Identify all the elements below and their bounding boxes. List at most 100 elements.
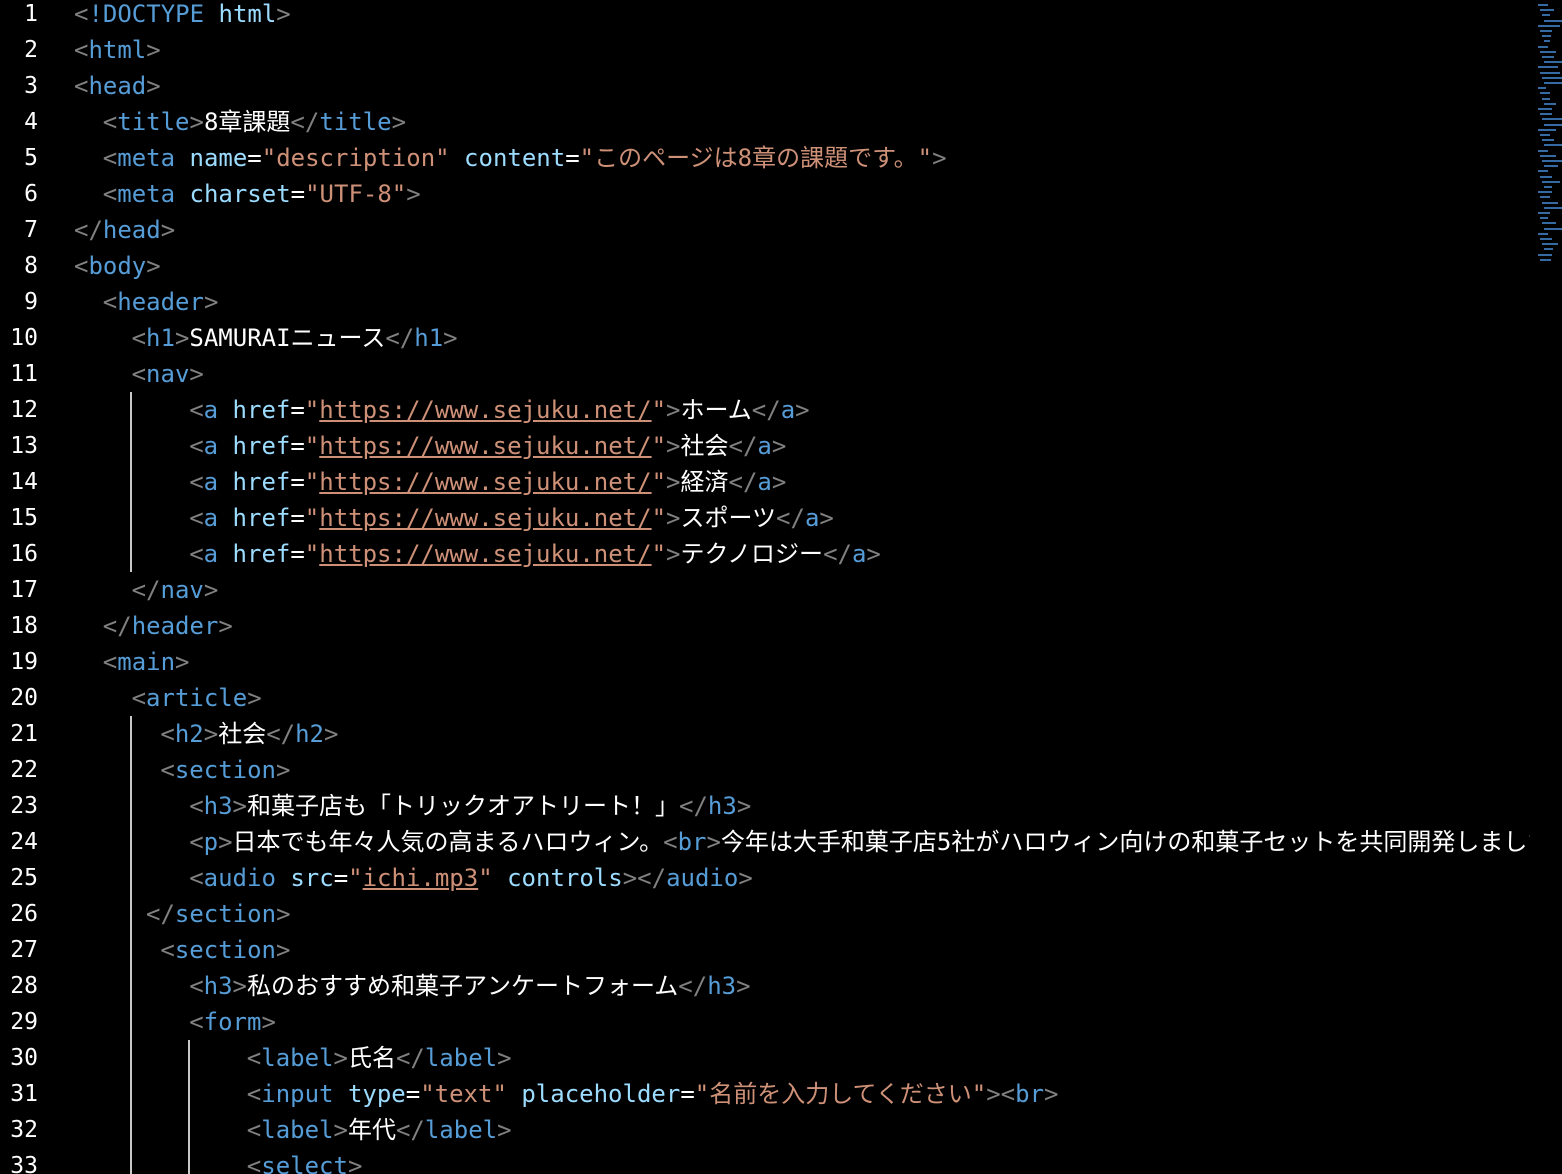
code-line[interactable]: 15 <a href="https://www.sejuku.net/">スポーツ…: [0, 500, 1562, 536]
line-number: 22: [10, 757, 38, 783]
code-line[interactable]: 10 <h1>SAMURAIニュース</h1>: [0, 320, 1562, 356]
code-token: =: [333, 864, 349, 892]
code-token: br: [677, 828, 707, 856]
code-token: >: [146, 36, 161, 64]
code-token: スポーツ: [680, 504, 777, 532]
line-number: 12: [10, 397, 38, 423]
code-token: </: [679, 792, 708, 820]
line-code: <html>: [74, 32, 1530, 68]
code-line[interactable]: 5 <meta name="description" content="このページ…: [0, 140, 1562, 176]
code-token: <: [102, 108, 118, 136]
minimap-line: [1544, 19, 1562, 22]
code-line[interactable]: 21 <h2>社会</h2>: [0, 716, 1562, 752]
code-line[interactable]: 29 <form>: [0, 1004, 1562, 1040]
code-token: >: [795, 396, 810, 424]
line-code: </nav>: [132, 572, 1530, 608]
code-line[interactable]: 13 <a href="https://www.sejuku.net/">社会</…: [0, 428, 1562, 464]
minimap-line: [1544, 206, 1562, 209]
line-number: 16: [10, 541, 38, 567]
line-code: <!DOCTYPE html>: [74, 0, 1530, 32]
code-line[interactable]: 27 <section>: [0, 932, 1562, 968]
code-line[interactable]: 8 <body>: [0, 248, 1562, 284]
code-token: article: [146, 684, 248, 712]
code-line[interactable]: 7 </head>: [0, 212, 1562, 248]
code-token: "UTF-8": [305, 180, 407, 208]
code-line[interactable]: 32 <label>年代</label>: [0, 1112, 1562, 1148]
code-line[interactable]: 6 <meta charset="UTF-8">: [0, 176, 1562, 212]
minimap-line: [1540, 30, 1552, 32]
line-number: 7: [24, 217, 38, 243]
code-line[interactable]: 22 <section>: [0, 752, 1562, 788]
code-token: ": [651, 432, 667, 460]
minimap[interactable]: [1536, 0, 1562, 270]
code-line[interactable]: 28 <h3>私のおすすめ和菓子アンケートフォーム</h3>: [0, 968, 1562, 1004]
code-token: </: [776, 504, 805, 532]
code-line[interactable]: 3 <head>: [0, 68, 1562, 104]
code-token: section: [174, 756, 276, 784]
code-line[interactable]: 9 <header>: [0, 284, 1562, 320]
code-token: >: [932, 144, 947, 172]
code-line[interactable]: 12 <a href="https://www.sejuku.net/">ホーム<…: [0, 392, 1562, 428]
code-token: "description": [261, 144, 450, 172]
code-line[interactable]: 4 <title>8章課題</title>: [0, 104, 1562, 140]
code-token: 氏名: [347, 1044, 396, 1072]
code-line[interactable]: 30 <label>氏名</label>: [0, 1040, 1562, 1076]
code-token: </: [74, 216, 103, 244]
minimap-line: [1538, 87, 1546, 90]
code-line[interactable]: 2 <html>: [0, 32, 1562, 68]
line-number: 25: [10, 865, 38, 891]
code-editor[interactable]: 1 <!DOCTYPE html> 2 <html> 3 <head> 4 <title>8章…: [0, 0, 1562, 1174]
code-line[interactable]: 26 </section>: [0, 896, 1562, 932]
code-token: https://www.sejuku.net/: [319, 432, 652, 460]
code-token: html: [88, 36, 147, 64]
code-token: charset: [189, 180, 291, 208]
code-token: </: [385, 324, 415, 352]
code-token: https://www.sejuku.net/: [319, 396, 652, 424]
code-token: h1: [414, 324, 444, 352]
minimap-line: [1542, 76, 1562, 79]
code-token: a: [851, 540, 867, 568]
code-token: <: [246, 1152, 262, 1174]
minimap-line: [1538, 149, 1548, 152]
code-line[interactable]: 24 <p>日本でも年々人気の高まるハロウィン。<br>今年は大手和菓子店5社がハ…: [0, 824, 1562, 860]
code-token: >: [189, 360, 204, 388]
code-line[interactable]: 1 <!DOCTYPE html>: [0, 0, 1562, 32]
code-line[interactable]: 23 <h3>和菓子店も「トリックオアトリート！」</h3>: [0, 788, 1562, 824]
code-line[interactable]: 18 </header>: [0, 608, 1562, 644]
code-line[interactable]: 25 <audio src="ichi.mp3" controls></audio…: [0, 860, 1562, 896]
code-token: audio: [203, 864, 276, 892]
code-token: >: [232, 972, 247, 1000]
code-token: href: [232, 396, 291, 424]
code-line[interactable]: 31 <input type="text" placeholder="名前を入力し…: [0, 1076, 1562, 1112]
line-number: 18: [10, 613, 38, 639]
line-code: <label>年代</label>: [247, 1112, 1530, 1148]
minimap-line: [1540, 113, 1552, 116]
minimap-line: [1540, 175, 1552, 178]
code-line[interactable]: 11 <nav>: [0, 356, 1562, 392]
code-token: >: [276, 756, 291, 784]
code-line[interactable]: 14 <a href="https://www.sejuku.net/">経済</…: [0, 464, 1562, 500]
code-line[interactable]: 33 <select>: [0, 1148, 1562, 1174]
minimap-line: [1544, 61, 1562, 64]
code-line[interactable]: 17 </nav>: [0, 572, 1562, 608]
code-line[interactable]: 20 <article>: [0, 680, 1562, 716]
code-token: >: [736, 972, 751, 1000]
line-number: 1: [24, 1, 38, 27]
code-token: <: [74, 0, 89, 28]
code-token: a: [203, 540, 219, 568]
line-code: <a href="https://www.sejuku.net/">ホーム</a…: [189, 392, 1530, 428]
code-token: head: [102, 216, 161, 244]
code-line[interactable]: 16 <a href="https://www.sejuku.net/">テクノロ…: [0, 536, 1562, 572]
code-token: <: [102, 180, 118, 208]
minimap-line: [1538, 128, 1556, 131]
code-token: ": [304, 432, 320, 460]
line-code: <a href="https://www.sejuku.net/">テクノロジー…: [189, 536, 1530, 572]
code-token: <: [189, 972, 204, 1000]
code-token: >: [276, 0, 291, 28]
line-number: 20: [10, 685, 38, 711]
code-token: h2: [295, 720, 325, 748]
code-line[interactable]: 19 <main>: [0, 644, 1562, 680]
code-token: a: [780, 396, 796, 424]
